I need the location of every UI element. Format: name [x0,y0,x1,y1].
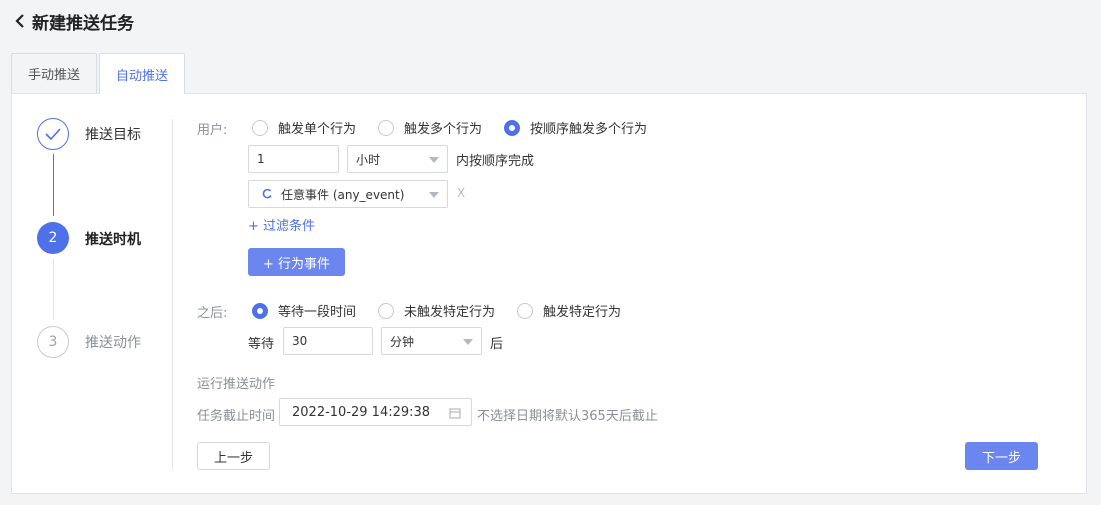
step-2-number: 2 [48,230,58,246]
prev-step-button[interactable]: 上一步 [197,442,270,470]
remove-event-icon[interactable]: X [457,186,465,200]
chevron-down-icon [429,192,439,198]
step-2-active: 2 [37,222,69,254]
chevron-down-icon [463,339,473,345]
event-type-icon [262,188,272,199]
step-connector-2 [53,258,54,320]
step-2-label: 推送时机 [85,232,141,248]
radio-single-behavior[interactable]: 触发单个行为 [252,118,356,137]
radio-sequential-behavior[interactable]: 按顺序触发多个行为 [504,118,647,137]
radio-dot-selected [504,119,520,136]
radio-dot [378,119,394,136]
radio-dot [378,302,394,319]
radio-triggered[interactable]: 触发特定行为 [517,301,621,320]
radio-multi-behavior[interactable]: 触发多个行为 [378,118,482,137]
check-icon [45,128,61,140]
step-3-number: 3 [48,334,58,350]
step-connector-1 [53,154,54,216]
wait-label: 等待 [248,337,275,352]
tab-bar: 手动推送 自动推送 [11,53,187,94]
tab-manual-push[interactable]: 手动推送 [11,53,98,93]
duration-unit-select[interactable]: 小时 [347,145,448,173]
user-label: 用户: [197,123,228,138]
vertical-divider [172,119,173,470]
chevron-down-icon [429,157,439,163]
deadline-date-input[interactable]: 2022-10-29 14:29:38 [279,398,472,426]
page-title: 新建推送任务 [32,13,134,34]
after-label: 之后: [197,306,228,321]
wait-input[interactable]: 30 [283,327,373,355]
calendar-icon [449,408,461,419]
radio-dot [252,119,268,136]
duration-suffix: 内按顺序完成 [456,154,535,169]
step-1-done [37,118,69,150]
run-action-title: 运行推送动作 [197,377,276,392]
add-behavior-event-button[interactable]: + 行为事件 [248,248,345,276]
deadline-label: 任务截止时间 [197,409,276,424]
event-select[interactable]: 任意事件 (any_event) [248,180,448,208]
step-3-pending: 3 [37,326,69,358]
next-step-button[interactable]: 下一步 [965,442,1038,470]
add-filter-link[interactable]: + 过滤条件 [248,215,315,234]
tab-auto-push[interactable]: 自动推送 [99,53,186,94]
radio-not-triggered[interactable]: 未触发特定行为 [378,301,495,320]
step-3-label: 推送动作 [85,335,141,351]
deadline-hint: 不选择日期将默认365天后截止 [477,409,658,424]
duration-input[interactable]: 1 [248,145,339,173]
wait-unit-select[interactable]: 分钟 [381,327,482,355]
page-header: 新建推送任务 [12,8,134,34]
back-arrow-icon[interactable] [12,13,28,29]
wait-suffix: 后 [490,337,504,352]
radio-wait-period[interactable]: 等待一段时间 [252,301,356,320]
radio-dot-selected [252,302,268,319]
radio-dot [517,302,533,319]
step-1-label: 推送目标 [85,127,141,143]
main-panel: 推送目标 2 推送时机 3 推送动作 用户: 触发单个行为 触发多个行为 按顺序… [11,93,1087,494]
